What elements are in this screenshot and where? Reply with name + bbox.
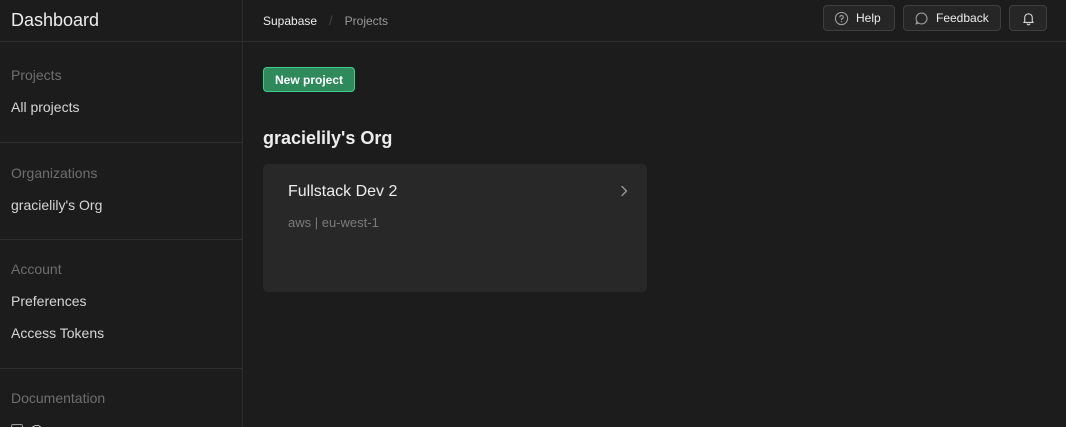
sidebar-header: Dashboard — [0, 0, 242, 42]
org-heading: gracielily's Org — [263, 128, 393, 148]
sidebar-heading-account: Account — [11, 261, 62, 277]
sidebar-section-projects: Projects All projects — [0, 42, 242, 143]
breadcrumb-root[interactable]: Supabase — [263, 14, 317, 28]
project-card[interactable]: Fullstack Dev 2 aws | eu-west-1 — [263, 164, 647, 292]
chevron-right-icon — [619, 184, 629, 202]
help-button[interactable]: Help — [823, 5, 895, 31]
feedback-button-label: Feedback — [936, 11, 989, 25]
project-card-region: aws | eu-west-1 — [288, 215, 379, 230]
sidebar-section-account: Account Preferences Access Tokens — [0, 240, 242, 369]
sidebar-heading-organizations: Organizations — [11, 165, 98, 181]
message-icon — [914, 11, 929, 26]
top-bar: Supabase / Projects Help Feedback — [243, 0, 1066, 42]
sidebar-heading-documentation: Documentation — [11, 390, 106, 406]
breadcrumb-current[interactable]: Projects — [345, 14, 388, 28]
new-project-button[interactable]: New project — [263, 67, 356, 92]
bell-icon — [1021, 11, 1036, 26]
sidebar: Dashboard Projects All projects Organiza… — [0, 0, 243, 427]
sidebar-heading-projects: Projects — [11, 67, 62, 83]
dashboard-app: Dashboard Projects All projects Organiza… — [0, 0, 1066, 427]
project-card-title: Fullstack Dev 2 — [288, 183, 398, 200]
sidebar-section-organizations: Organizations gracielily's Org — [0, 143, 242, 240]
sidebar-item-all-projects[interactable]: All projects — [11, 97, 231, 117]
feedback-button[interactable]: Feedback — [903, 5, 1001, 31]
help-button-label: Help — [856, 11, 881, 25]
notifications-button[interactable] — [1009, 5, 1047, 31]
sidebar-item-org[interactable]: gracielily's Org — [11, 195, 231, 215]
sidebar-item-docs-link[interactable]: @... — [11, 420, 231, 427]
sidebar-item-docs-label: @... — [29, 420, 55, 427]
sidebar-item-access-tokens[interactable]: Access Tokens — [11, 323, 231, 343]
main-content: New project gracielily's Org Fullstack D… — [263, 42, 1066, 427]
sidebar-title: Dashboard — [11, 10, 100, 30]
sidebar-section-documentation: Documentation @... — [0, 369, 242, 427]
sidebar-item-preferences[interactable]: Preferences — [11, 291, 231, 311]
breadcrumb-separator: / — [329, 13, 333, 28]
help-circle-icon — [834, 11, 849, 26]
header-actions: Help Feedback — [823, 5, 1047, 31]
